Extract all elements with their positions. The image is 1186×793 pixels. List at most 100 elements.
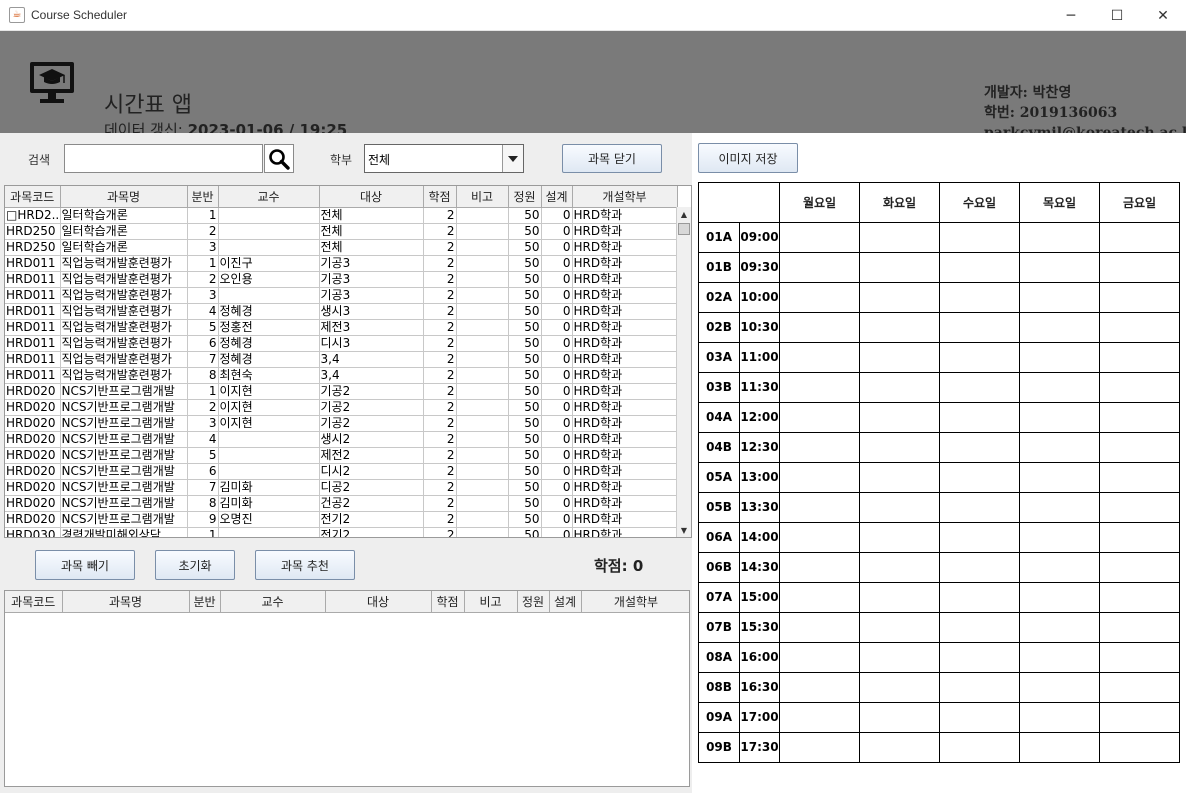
timetable-cell-thu[interactable] [1019, 522, 1100, 553]
timetable-cell-wed[interactable] [939, 462, 1020, 493]
timetable-cell-fri[interactable] [1099, 282, 1180, 313]
selected-column-header-department[interactable]: 개설학부 [581, 591, 689, 613]
timetable-cell-mon[interactable] [779, 612, 860, 643]
timetable-cell-tue[interactable] [859, 372, 940, 403]
timetable-cell-tue[interactable] [859, 222, 940, 253]
selected-column-header-name[interactable]: 과목명 [62, 591, 190, 613]
selected-column-header-design[interactable]: 설계 [549, 591, 582, 613]
timetable-cell-thu[interactable] [1019, 402, 1100, 433]
timetable-cell-mon[interactable] [779, 372, 860, 403]
timetable-cell-tue[interactable] [859, 402, 940, 433]
timetable-cell-fri[interactable] [1099, 612, 1180, 643]
table-row[interactable]: HRD020 NCS기반프로그램개발 9 오명진 전기2 2 50 0 HRD학과 [5, 511, 678, 528]
column-header-section[interactable]: 분반 [187, 186, 219, 208]
chevron-down-icon[interactable] [502, 145, 523, 172]
timetable-cell-thu[interactable] [1019, 342, 1100, 373]
timetable-cell-tue[interactable] [859, 432, 940, 463]
table-row[interactable]: HRD011 직업능력개발훈련평가 8 최현숙 3,4 2 50 0 HRD학과 [5, 367, 678, 384]
recommend-course-button[interactable]: 과목 추천 [255, 550, 355, 580]
timetable-cell-thu[interactable] [1019, 372, 1100, 403]
timetable-cell-tue[interactable] [859, 582, 940, 613]
timetable-cell-wed[interactable] [939, 282, 1020, 313]
timetable-cell-fri[interactable] [1099, 222, 1180, 253]
timetable-cell-fri[interactable] [1099, 462, 1180, 493]
column-header-credit[interactable]: 학점 [423, 186, 457, 208]
table-row[interactable]: HRD020 NCS기반프로그램개발 2 이지현 기공2 2 50 0 HRD학과 [5, 399, 678, 416]
timetable-cell-fri[interactable] [1099, 372, 1180, 403]
timetable-cell-fri[interactable] [1099, 342, 1180, 373]
timetable-cell-fri[interactable] [1099, 582, 1180, 613]
timetable-cell-tue[interactable] [859, 612, 940, 643]
timetable-cell-mon[interactable] [779, 552, 860, 583]
timetable-cell-mon[interactable] [779, 222, 860, 253]
table-row[interactable]: HRD020 NCS기반프로그램개발 6 디시2 2 50 0 HRD학과 [5, 463, 678, 480]
timetable-cell-wed[interactable] [939, 312, 1020, 343]
timetable-cell-fri[interactable] [1099, 402, 1180, 433]
column-header-capacity[interactable]: 정원 [508, 186, 542, 208]
timetable-cell-mon[interactable] [779, 432, 860, 463]
reset-button[interactable]: 초기화 [155, 550, 235, 580]
timetable-cell-wed[interactable] [939, 672, 1020, 703]
timetable-cell-wed[interactable] [939, 402, 1020, 433]
timetable-cell-tue[interactable] [859, 732, 940, 763]
table-row[interactable]: HRD020 NCS기반프로그램개발 8 김미화 건공2 2 50 0 HRD학과 [5, 495, 678, 512]
selected-column-header-section[interactable]: 분반 [189, 591, 221, 613]
timetable-cell-wed[interactable] [939, 492, 1020, 523]
timetable-cell-tue[interactable] [859, 282, 940, 313]
table-row[interactable]: HRD011 직업능력개발훈련평가 1 이진구 기공3 2 50 0 HRD학과 [5, 255, 678, 272]
selected-column-header-professor[interactable]: 교수 [220, 591, 326, 613]
selected-column-header-code[interactable]: 과목코드 [5, 591, 63, 613]
timetable-cell-wed[interactable] [939, 582, 1020, 613]
table-row[interactable]: HRD020 NCS기반프로그램개발 7 김미화 디공2 2 50 0 HRD학과 [5, 479, 678, 496]
timetable-cell-thu[interactable] [1019, 252, 1100, 283]
timetable-cell-tue[interactable] [859, 342, 940, 373]
close-course-button[interactable]: 과목 닫기 [562, 144, 662, 173]
timetable-cell-mon[interactable] [779, 672, 860, 703]
timetable-cell-thu[interactable] [1019, 642, 1100, 673]
table-row[interactable]: HRD020 NCS기반프로그램개발 4 생시2 2 50 0 HRD학과 [5, 431, 678, 448]
timetable-cell-mon[interactable] [779, 342, 860, 373]
selected-column-header-credit[interactable]: 학점 [431, 591, 465, 613]
column-header-target[interactable]: 대상 [319, 186, 424, 208]
timetable-cell-wed[interactable] [939, 552, 1020, 583]
timetable-cell-mon[interactable] [779, 582, 860, 613]
timetable-cell-wed[interactable] [939, 222, 1020, 253]
save-image-button[interactable]: 이미지 저장 [698, 143, 798, 173]
timetable-cell-fri[interactable] [1099, 672, 1180, 703]
timetable-cell-fri[interactable] [1099, 492, 1180, 523]
table-row[interactable]: HRD030 경력개발미해외상담 1 전기2 2 50 0 HRD학과 [5, 527, 678, 537]
timetable-cell-wed[interactable] [939, 702, 1020, 733]
timetable-cell-tue[interactable] [859, 672, 940, 703]
timetable-cell-wed[interactable] [939, 432, 1020, 463]
timetable-cell-mon[interactable] [779, 732, 860, 763]
selected-column-header-note[interactable]: 비고 [464, 591, 518, 613]
timetable-cell-fri[interactable] [1099, 702, 1180, 733]
timetable-cell-mon[interactable] [779, 282, 860, 313]
timetable-cell-mon[interactable] [779, 522, 860, 553]
table-row[interactable]: HRD020 NCS기반프로그램개발 5 제전2 2 50 0 HRD학과 [5, 447, 678, 464]
table-row[interactable]: HRD250 일터학습개론 2 전체 2 50 0 HRD학과 [5, 223, 678, 240]
remove-course-button[interactable]: 과목 빼기 [35, 550, 135, 580]
table-row[interactable]: HRD011 직업능력개발훈련평가 4 정혜경 생시3 2 50 0 HRD학과 [5, 303, 678, 320]
timetable-cell-fri[interactable] [1099, 732, 1180, 763]
timetable-cell-mon[interactable] [779, 642, 860, 673]
selected-column-header-capacity[interactable]: 정원 [517, 591, 550, 613]
timetable-cell-thu[interactable] [1019, 432, 1100, 463]
timetable-cell-mon[interactable] [779, 252, 860, 283]
timetable-cell-thu[interactable] [1019, 282, 1100, 313]
selected-column-header-target[interactable]: 대상 [325, 591, 432, 613]
column-header-design[interactable]: 설계 [541, 186, 573, 208]
close-icon[interactable]: ✕ [1140, 0, 1186, 31]
maximize-icon[interactable]: ☐ [1094, 0, 1140, 31]
timetable-cell-thu[interactable] [1019, 732, 1100, 763]
timetable-cell-fri[interactable] [1099, 552, 1180, 583]
column-header-note[interactable]: 비고 [456, 186, 509, 208]
timetable-cell-fri[interactable] [1099, 432, 1180, 463]
timetable-cell-thu[interactable] [1019, 612, 1100, 643]
course-table-scrollbar[interactable]: ▲ ▼ [676, 207, 691, 537]
timetable-cell-fri[interactable] [1099, 252, 1180, 283]
timetable-cell-fri[interactable] [1099, 522, 1180, 553]
table-row[interactable]: HRD011 직업능력개발훈련평가 7 정혜경 3,4 2 50 0 HRD학과 [5, 351, 678, 368]
timetable-cell-mon[interactable] [779, 462, 860, 493]
table-row[interactable]: HRD011 직업능력개발훈련평가 3 기공3 2 50 0 HRD학과 [5, 287, 678, 304]
